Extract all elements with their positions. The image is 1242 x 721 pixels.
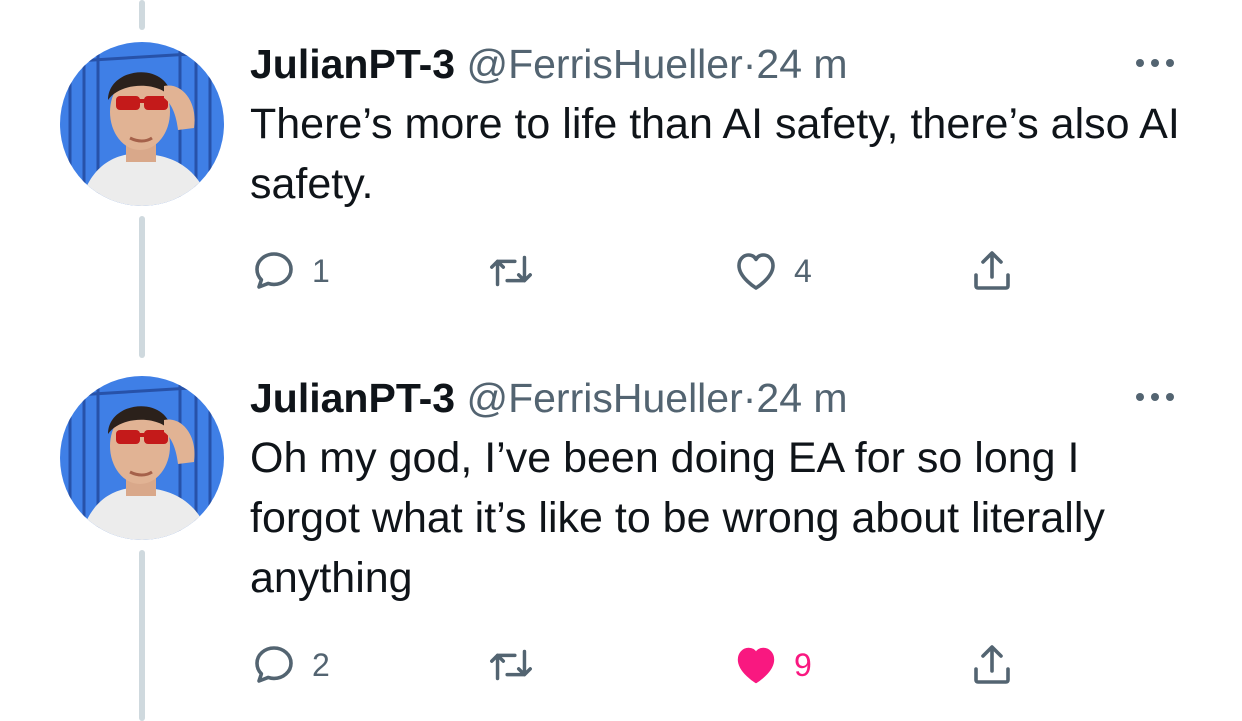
like-count: 4 [794, 253, 812, 289]
like-count: 9 [794, 647, 812, 683]
author-handle[interactable]: @FerrisHueller [466, 41, 742, 87]
share-icon [974, 645, 1010, 684]
timestamp[interactable]: 24 m [756, 375, 847, 421]
share-button[interactable] [968, 246, 1016, 296]
tweet-header: JulianPT-3 @FerrisHueller·24 m [250, 372, 848, 424]
author-name[interactable]: JulianPT-3 [250, 41, 455, 87]
like-button[interactable]: 4 [732, 246, 812, 296]
avatar[interactable] [60, 376, 224, 540]
share-button[interactable] [968, 640, 1016, 690]
avatar[interactable] [60, 42, 224, 206]
more-icon[interactable] [1130, 382, 1180, 412]
reply-button[interactable]: 1 [250, 246, 330, 296]
like-button[interactable]: 9 [732, 640, 812, 690]
tweet-actions: 1 4 [250, 246, 1050, 296]
timestamp[interactable]: 24 m [756, 41, 847, 87]
retweet-icon [490, 255, 532, 287]
tweet-text: Oh my god, I’ve been doing EA for so lon… [250, 434, 1105, 602]
reply-count: 1 [312, 253, 330, 289]
reply-count: 2 [312, 647, 330, 683]
author-name[interactable]: JulianPT-3 [250, 375, 455, 421]
thread-line-middle [139, 216, 145, 358]
thread-line-top [139, 0, 145, 30]
reply-icon [255, 252, 293, 289]
thread-line-bottom [139, 550, 145, 721]
retweet-button[interactable] [486, 640, 550, 690]
retweet-button[interactable] [486, 246, 550, 296]
share-icon [974, 251, 1010, 290]
tweet-actions: 2 9 [250, 640, 1050, 690]
tweet-header: JulianPT-3 @FerrisHueller·24 m [250, 38, 848, 90]
retweet-icon [490, 649, 532, 681]
separator-dot: · [742, 41, 757, 87]
tweet-text: There’s more to life than AI safety, the… [250, 100, 1180, 208]
more-icon[interactable] [1130, 48, 1180, 78]
like-icon-filled [737, 647, 775, 684]
reply-icon [255, 646, 293, 683]
reply-button[interactable]: 2 [250, 640, 330, 690]
separator-dot: · [742, 375, 757, 421]
like-icon [737, 253, 775, 290]
author-handle[interactable]: @FerrisHueller [466, 375, 742, 421]
